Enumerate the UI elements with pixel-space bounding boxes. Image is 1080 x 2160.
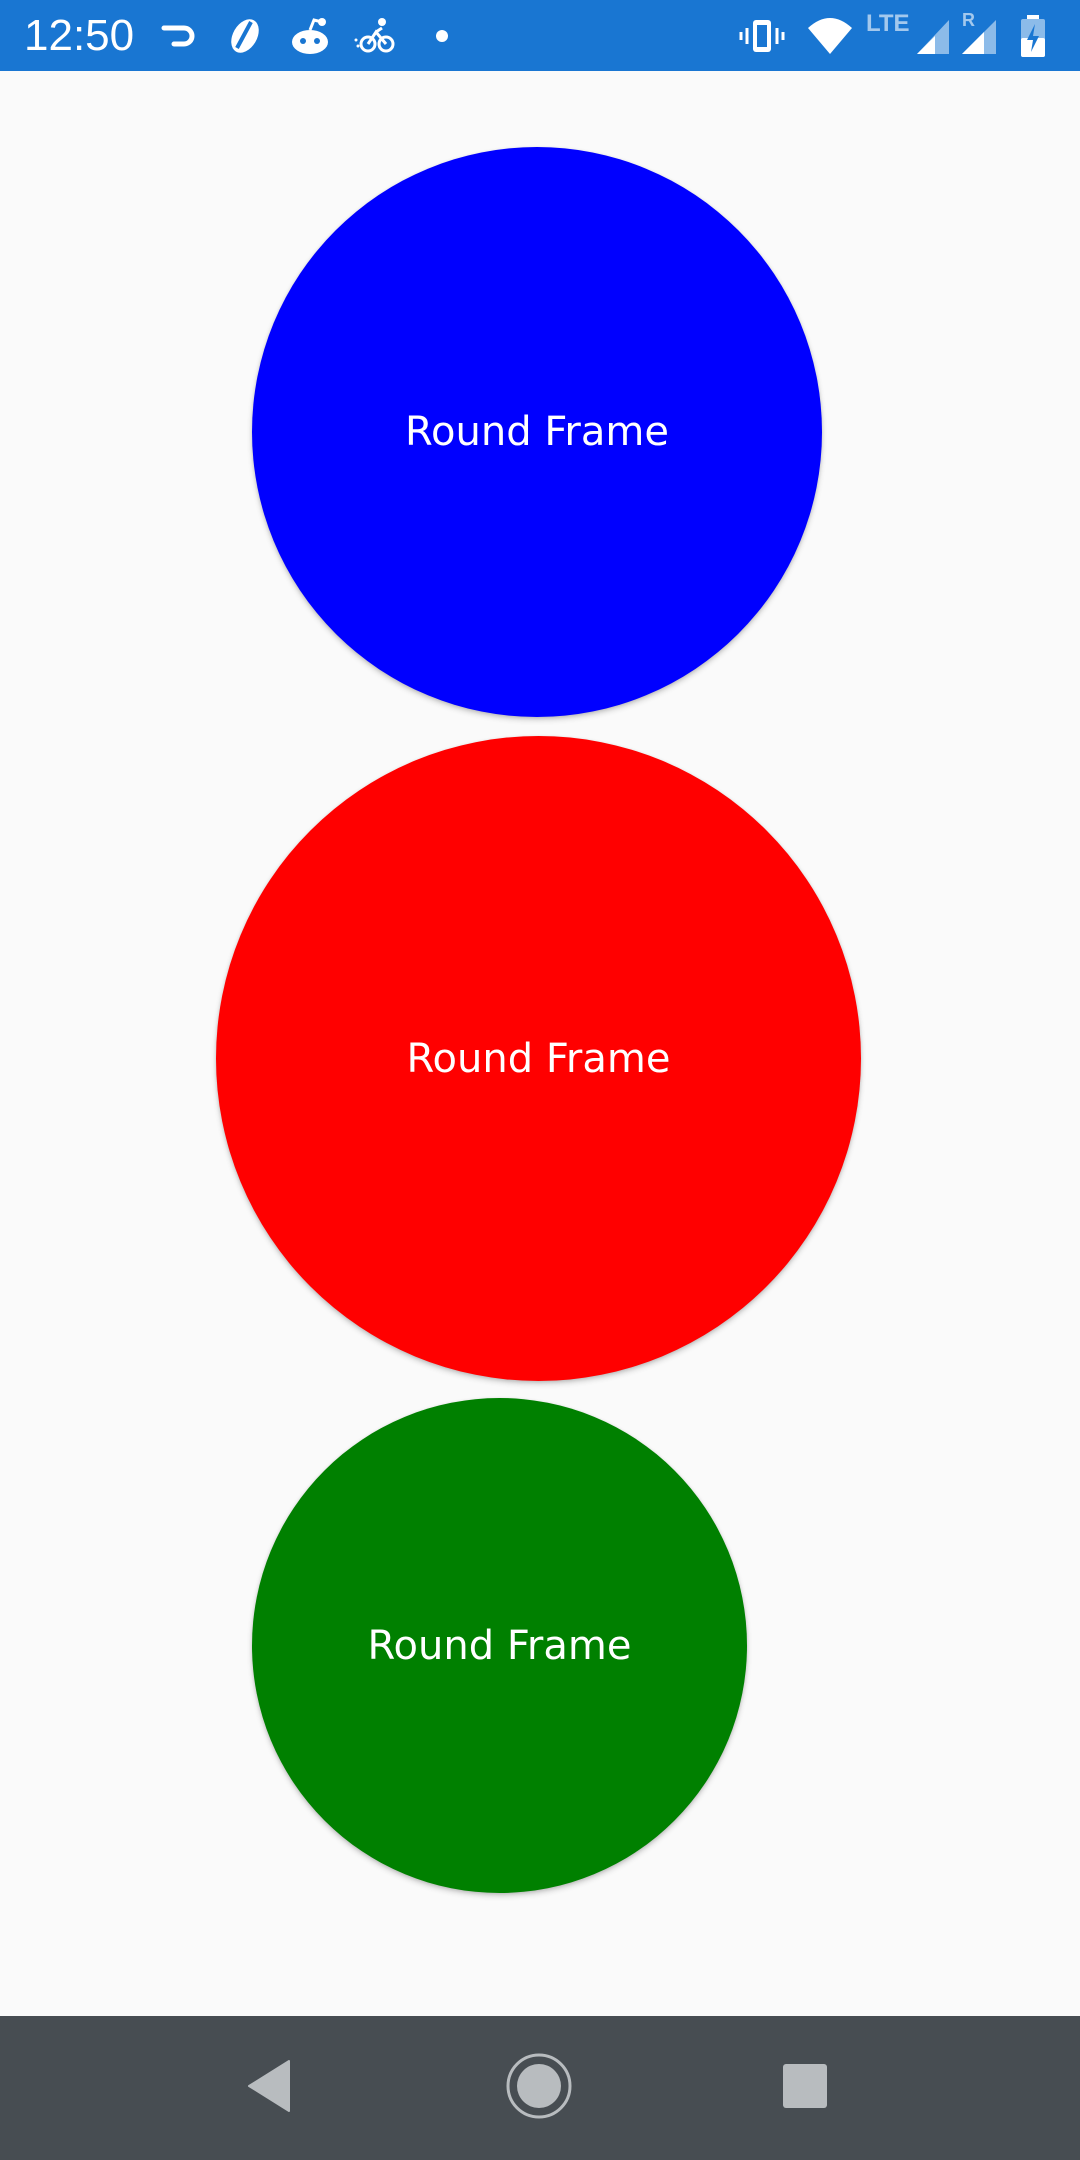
back-button[interactable] [237,2056,301,2120]
dot-notification-icon [434,14,450,58]
home-icon [506,2053,572,2124]
back-icon [245,2059,293,2118]
signal-icon [915,14,951,58]
recents-icon [782,2063,828,2114]
round-frame-red: Round Frame [216,736,861,1381]
reddit-icon [288,14,334,58]
round-frame-blue: Round Frame [252,147,822,717]
recents-button[interactable] [773,2056,837,2120]
screen: 12:50 LTE R Round Frame Round Frame Roun… [0,0,1080,2160]
doordash-icon [160,14,200,58]
roaming-label: R [962,10,975,30]
round-frame-label: Round Frame [406,1035,671,1082]
battery-charging-icon [1018,14,1048,58]
navigation-bar [0,2016,1080,2160]
network-type-label: LTE [866,10,910,37]
status-time: 12:50 [24,11,135,60]
content-area: Round Frame Round Frame Round Frame [0,71,1080,2016]
wifi-icon [806,14,854,58]
round-frame-label: Round Frame [367,1622,632,1669]
round-frame-label: Round Frame [405,409,669,455]
cycling-app-icon [352,14,398,58]
status-bar: 12:50 LTE R [0,0,1080,71]
home-button[interactable] [506,2053,572,2120]
swoosh-app-icon [225,14,265,58]
round-frame-green: Round Frame [252,1398,747,1893]
vibrate-icon [737,14,787,58]
